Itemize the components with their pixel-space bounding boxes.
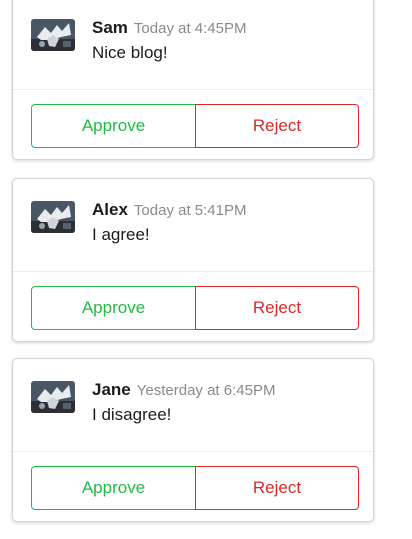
approve-button[interactable]: Approve [31, 104, 196, 148]
comment-meta: Jane Yesterday at 6:45PM [92, 379, 275, 402]
comment-author[interactable]: Jane [92, 380, 131, 399]
avatar [31, 19, 75, 51]
comment-author[interactable]: Alex [92, 200, 128, 219]
comment-content: Alex Today at 5:41PM I agree! [13, 179, 373, 272]
comment-timestamp: Today at 5:41PM [133, 202, 247, 219]
comment-card: Sam Today at 4:45PM Nice blog! Approve Re… [12, 0, 374, 160]
comment-timestamp: Yesterday at 6:45PM [136, 382, 276, 399]
comment-text: I disagree! [92, 405, 172, 424]
avatar-photo-icon [31, 381, 75, 413]
comment-meta: Alex Today at 5:41PM [92, 199, 247, 222]
approve-button[interactable]: Approve [31, 286, 196, 330]
comment-author[interactable]: Sam [92, 18, 128, 37]
comment-card: Jane Yesterday at 6:45PM I disagree! Appr… [12, 358, 374, 522]
avatar-photo-icon [31, 201, 75, 233]
avatar [31, 381, 75, 413]
comment-content: Sam Today at 4:45PM Nice blog! [13, 0, 373, 90]
comment-text: I agree! [92, 225, 150, 244]
comment-content: Jane Yesterday at 6:45PM I disagree! [13, 359, 373, 452]
comment-card: Alex Today at 5:41PM I agree! Approve Rej… [12, 178, 374, 342]
avatar [31, 201, 75, 233]
reject-button[interactable]: Reject [195, 286, 359, 330]
reject-button[interactable]: Reject [195, 104, 359, 148]
comment-timestamp: Today at 4:45PM [133, 20, 247, 37]
comment-text: Nice blog! [92, 43, 168, 62]
approve-button[interactable]: Approve [31, 466, 196, 510]
avatar-photo-icon [31, 19, 75, 51]
comment-meta: Sam Today at 4:45PM [92, 17, 247, 40]
reject-button[interactable]: Reject [195, 466, 359, 510]
